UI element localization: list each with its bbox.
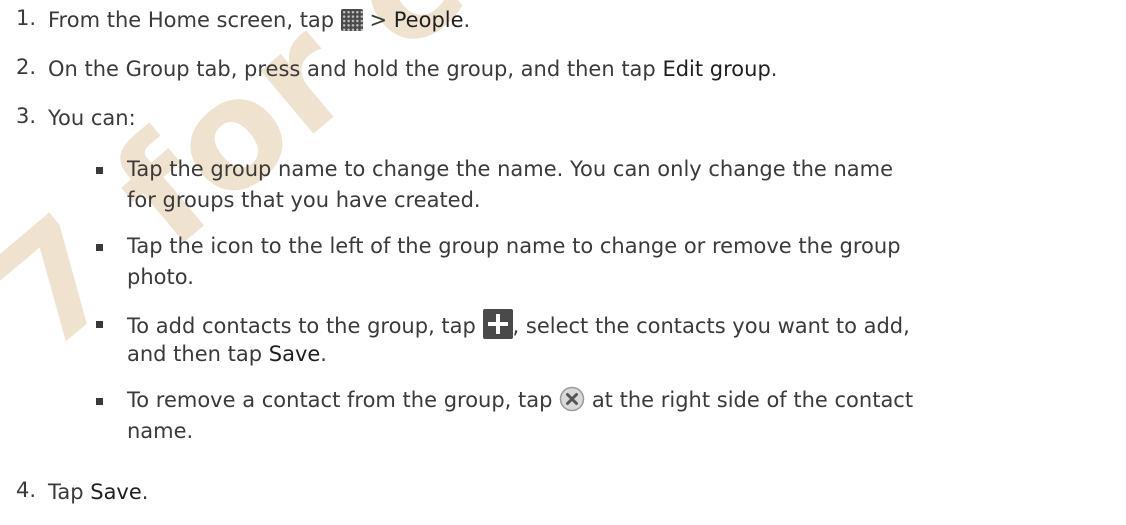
step-4-text: Tap [48,480,91,504]
step-1-number: 1. [16,6,37,30]
bullet-3-end: . [320,342,327,366]
step-4-number: 4. [16,478,37,502]
step-2-end: . [770,57,778,81]
step-2-number: 2. [16,55,37,79]
bullet-3-line-2: and then tap Save. [127,340,327,368]
bullet-2-line-2: photo. [127,265,194,289]
step-1-sep: > [362,8,394,32]
step-4-save: Save [90,480,142,504]
bullet-3-text-cont: , select the contacts you want to add, [512,314,910,338]
bullet-marker [96,244,103,251]
step-2-edit-group: Edit group [662,57,771,81]
bullet-4-line-2: name. [127,419,194,443]
step-3-number: 3. [16,104,37,128]
all-apps-icon [340,9,363,31]
bullet-1-line-1: Tap the group name to change the name. Y… [127,157,894,181]
bullet-3-line-2-text: and then tap [127,342,269,366]
step-2: On the Group tab, press and hold the gro… [48,55,777,83]
bullet-2-line-1: Tap the icon to the left of the group na… [127,234,901,258]
bullet-1-line-2: for groups that you have created. [127,188,481,212]
step-1: From the Home screen, tap > People. [48,6,470,34]
bullet-3-line-1: To add contacts to the group, tap , sele… [127,309,910,340]
bullet-4-line-1: To remove a contact from the group, tap … [127,386,913,414]
bullet-4-text: To remove a contact from the group, tap [127,388,560,412]
step-1-people: People [393,8,464,32]
bullet-marker [96,398,103,405]
step-4-end: . [141,480,149,504]
bullet-3-save: Save [268,342,321,366]
bullet-marker [96,321,103,328]
step-4: Tap Save. [48,478,148,506]
bullet-marker [96,167,103,174]
step-3-text: You can: [48,106,136,130]
step-1-end: . [463,8,471,32]
bullet-3-text: To add contacts to the group, tap [127,314,483,338]
bullet-4-text-cont: at the right side of the contact [585,388,914,412]
step-1-text: From the Home screen, tap [48,8,341,32]
remove-x-icon [559,386,585,412]
step-2-text: On the Group tab, press and hold the gro… [48,57,663,81]
add-plus-icon [482,309,513,339]
